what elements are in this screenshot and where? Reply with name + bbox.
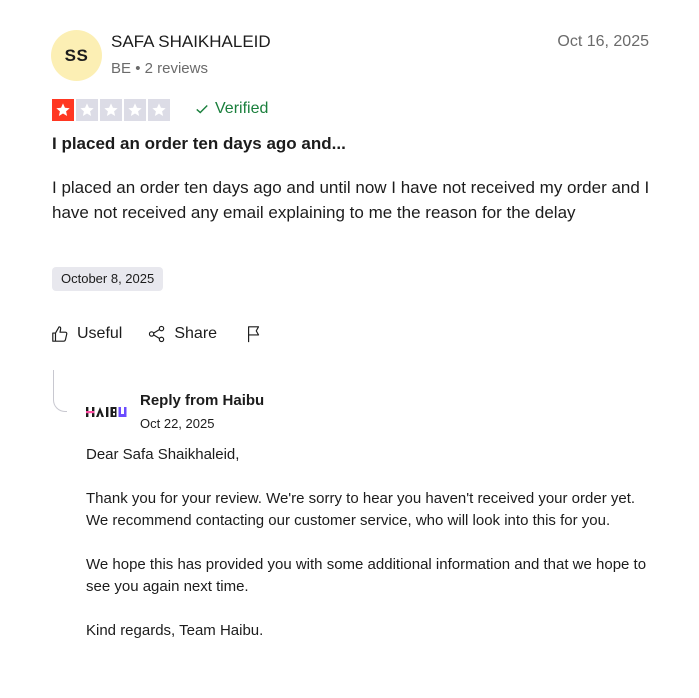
reply-body: Dear Safa Shaikhaleid, Thank you for you…: [86, 444, 656, 664]
star-empty-icon: [148, 99, 170, 121]
avatar-initials: SS: [64, 45, 89, 65]
reply-paragraph: Thank you for your review. We're sorry t…: [86, 490, 636, 529]
star-rating: [52, 99, 170, 121]
review-body: I placed an order ten days ago and until…: [52, 178, 650, 222]
share-icon: [149, 325, 165, 343]
review-actions: Useful Share: [51, 325, 263, 343]
flag-icon: [248, 326, 260, 343]
meta-separator: •: [135, 60, 141, 77]
useful-label: Useful: [77, 325, 123, 342]
avatar[interactable]: SS: [51, 30, 102, 81]
reply-paragraph: Kind regards, Team Haibu.: [86, 622, 264, 639]
checkmark-icon: [196, 105, 208, 114]
reviewer-country: BE: [111, 60, 132, 77]
thumbs-up-icon: [52, 326, 68, 342]
review-date: Oct 16, 2025: [557, 33, 649, 50]
reply-from: Reply from Haibu: [140, 392, 265, 409]
reviewer-review-count: 2 reviews: [144, 60, 208, 77]
star-empty-icon: [76, 99, 98, 121]
share-label: Share: [174, 325, 218, 342]
reply-paragraph: Dear Safa Shaikhaleid,: [86, 446, 240, 463]
star-empty-icon: [100, 99, 122, 121]
reviewer-name[interactable]: SAFA SHAIKHALEID: [111, 32, 271, 52]
star-filled-icon: [52, 99, 74, 121]
useful-button[interactable]: Useful: [51, 325, 122, 343]
share-button[interactable]: Share: [148, 325, 217, 343]
reply-connector: [53, 370, 67, 412]
reviewer-meta: BE • 2 reviews: [111, 60, 208, 77]
star-empty-icon: [124, 99, 146, 121]
report-button[interactable]: [245, 325, 263, 343]
reply-date: Oct 22, 2025: [140, 416, 215, 431]
reply-paragraph: We hope this has provided you with some …: [86, 556, 647, 595]
haibu-logo: [86, 407, 127, 417]
verified-badge[interactable]: Verified: [195, 100, 268, 118]
experience-date-badge: October 8, 2025: [52, 267, 164, 291]
review-title[interactable]: I placed an order ten days ago and...: [52, 134, 346, 154]
verified-label: Verified: [215, 100, 269, 117]
